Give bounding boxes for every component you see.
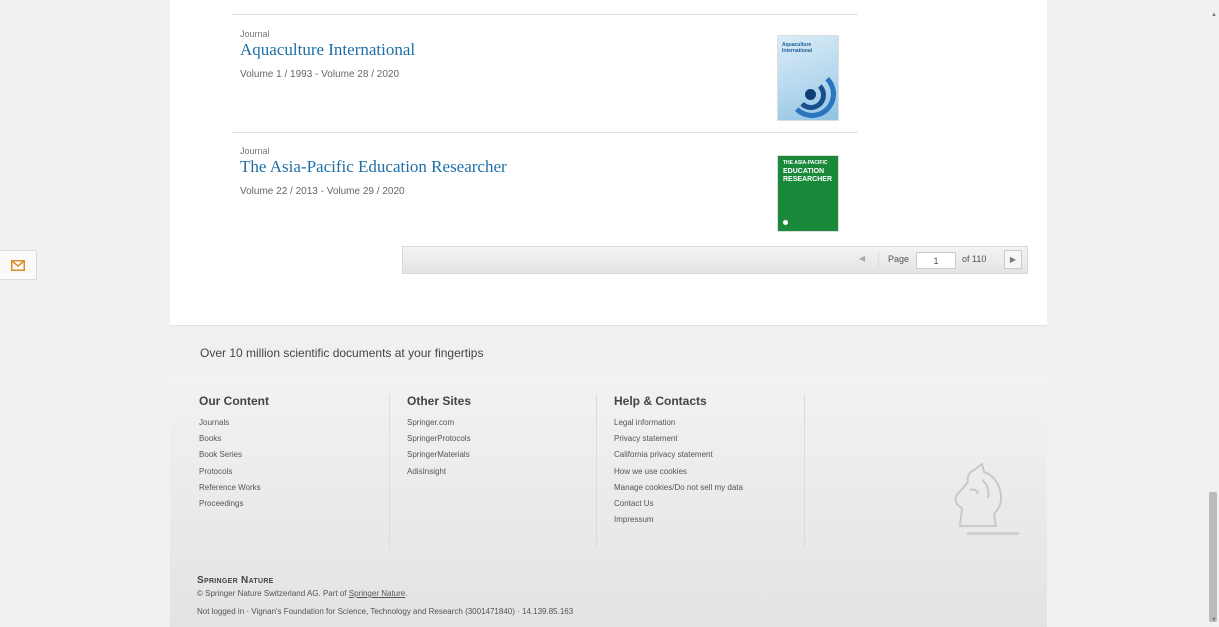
footer-link-reference-works[interactable]: Reference Works — [199, 480, 269, 496]
footer-heading: Help & Contacts — [614, 394, 707, 408]
journal-cover-image[interactable]: Aquaculture International — [777, 35, 839, 121]
footer-link-privacy[interactable]: Privacy statement — [614, 431, 743, 447]
footer-link-adisinsight[interactable]: AdisInsight — [407, 464, 471, 480]
copyright-line: © Springer Nature Switzerland AG. Part o… — [197, 589, 407, 598]
footer-link-legal[interactable]: Legal information — [614, 415, 743, 431]
footer-link-cookies[interactable]: How we use cookies — [614, 464, 743, 480]
footer-heading: Our Content — [199, 394, 269, 408]
cover-title: Aquaculture International — [782, 42, 813, 54]
result-item: Journal The Asia-Pacific Education Resea… — [232, 132, 858, 246]
footer-link-california-privacy[interactable]: California privacy statement — [614, 447, 743, 463]
footer-link-proceedings[interactable]: Proceedings — [199, 496, 269, 512]
scroll-down-arrow-icon[interactable]: ▼ — [1211, 617, 1217, 623]
page-number-input[interactable] — [916, 252, 956, 269]
result-item: Journal Aquaculture International Volume… — [232, 14, 858, 132]
prev-page-icon: ◀ — [859, 254, 866, 263]
result-title-link[interactable]: The Asia-Pacific Education Researcher — [240, 157, 507, 177]
footer-column-other-sites: Other Sites Springer.com SpringerProtoco… — [407, 394, 471, 480]
publisher-logo-icon — [783, 220, 788, 225]
tagline: Over 10 million scientific documents at … — [200, 346, 484, 360]
scroll-up-arrow-icon[interactable]: ▲ — [1211, 12, 1217, 18]
footer-link-journals[interactable]: Journals — [199, 415, 269, 431]
springer-horse-logo-icon — [954, 462, 1003, 527]
footer-link-contact[interactable]: Contact Us — [614, 496, 743, 512]
tagline-band: Over 10 million scientific documents at … — [170, 325, 1047, 375]
divider — [596, 394, 597, 549]
footer-link-springerprotocols[interactable]: SpringerProtocols — [407, 431, 471, 447]
total-pages-label: of 110 — [962, 254, 987, 264]
cover-title: EDUCATION RESEARCHER — [783, 168, 833, 183]
footer-link-springermaterials[interactable]: SpringerMaterials — [407, 447, 471, 463]
footer-link-manage-cookies[interactable]: Manage cookies/Do not sell my data — [614, 480, 743, 496]
footer-link-books[interactable]: Books — [199, 431, 269, 447]
mail-icon — [11, 260, 25, 271]
divider — [878, 252, 879, 268]
footer-link-impressum[interactable]: Impressum — [614, 512, 743, 528]
footer-link-protocols[interactable]: Protocols — [199, 464, 269, 480]
content-type-label: Journal — [240, 29, 270, 39]
copyright-suffix: . — [405, 589, 408, 598]
journal-cover-image[interactable]: THE ASIA-PACIFIC EDUCATION RESEARCHER — [777, 155, 839, 232]
copyright-text: © Springer Nature Switzerland AG. Part o… — [197, 589, 349, 598]
cover-graphic — [805, 89, 816, 100]
footer-link-springer[interactable]: Springer.com — [407, 415, 471, 431]
login-status: Not logged in · Vignan's Foundation for … — [197, 607, 574, 616]
scrollbar-thumb[interactable] — [1209, 492, 1217, 622]
springer-nature-link[interactable]: Springer Nature — [349, 589, 405, 598]
footer-link-book-series[interactable]: Book Series — [199, 447, 269, 463]
content-type-label: Journal — [240, 146, 270, 156]
springer-nature-brand: Springer Nature — [197, 575, 274, 586]
cover-title: THE ASIA-PACIFIC — [783, 160, 828, 166]
next-page-button[interactable]: ▶ — [1004, 250, 1022, 269]
pagination-bar: ◀ Page of 110 ▶ — [402, 246, 1028, 274]
divider — [389, 394, 390, 549]
footer-heading: Other Sites — [407, 394, 472, 408]
feedback-button[interactable] — [0, 250, 37, 280]
logo-base — [967, 532, 1019, 535]
site-footer: Our Content Journals Books Book Series P… — [170, 375, 1047, 627]
volume-range: Volume 22 / 2013 - Volume 29 / 2020 — [240, 186, 405, 197]
divider — [804, 394, 805, 549]
page-label: Page — [888, 254, 910, 264]
volume-range: Volume 1 / 1993 - Volume 28 / 2020 — [240, 69, 399, 80]
footer-column-our-content: Our Content Journals Books Book Series P… — [199, 394, 269, 512]
footer-column-help: Help & Contacts Legal information Privac… — [614, 394, 743, 528]
result-title-link[interactable]: Aquaculture International — [240, 40, 415, 60]
